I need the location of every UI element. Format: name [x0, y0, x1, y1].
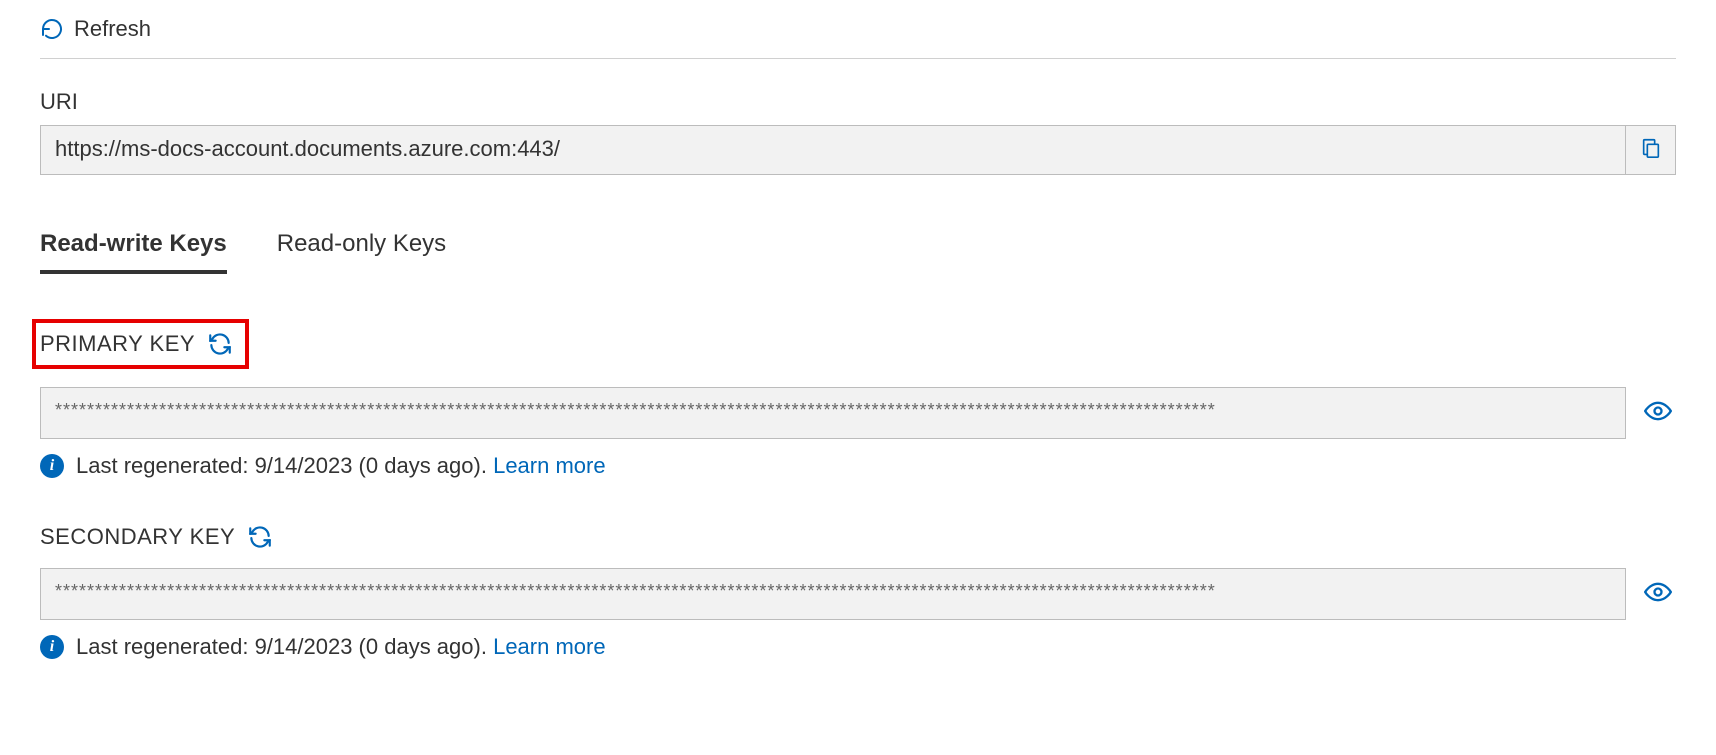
tab-read-write[interactable]: Read-write Keys [40, 230, 227, 274]
primary-key-input[interactable]: ****************************************… [40, 387, 1626, 439]
uri-input-row: https://ms-docs-account.documents.azure.… [40, 125, 1676, 175]
primary-learn-more-link[interactable]: Learn more [493, 453, 606, 478]
uri-label: URI [40, 89, 1676, 115]
refresh-button-label[interactable]: Refresh [74, 16, 151, 42]
tab-read-only[interactable]: Read-only Keys [277, 230, 446, 274]
secondary-key-info: i Last regenerated: 9/14/2023 (0 days ag… [40, 634, 1676, 660]
show-primary-key-button[interactable] [1640, 397, 1676, 430]
secondary-key-header: SECONDARY KEY [40, 524, 1676, 550]
regenerate-secondary-icon[interactable] [247, 524, 273, 550]
secondary-key-title: SECONDARY KEY [40, 524, 235, 550]
toolbar: Refresh [40, 0, 1676, 59]
primary-key-header: PRIMARY KEY [32, 319, 249, 369]
eye-icon [1644, 397, 1672, 430]
info-icon: i [40, 635, 64, 659]
keys-tabs: Read-write Keys Read-only Keys [40, 230, 1676, 274]
primary-key-info-text: Last regenerated: 9/14/2023 (0 days ago)… [76, 453, 493, 478]
eye-icon [1644, 578, 1672, 611]
primary-key-title: PRIMARY KEY [40, 331, 195, 357]
uri-input[interactable]: https://ms-docs-account.documents.azure.… [40, 125, 1626, 175]
refresh-icon[interactable] [40, 17, 64, 41]
show-secondary-key-button[interactable] [1640, 578, 1676, 611]
copy-icon [1640, 137, 1662, 164]
copy-uri-button[interactable] [1626, 125, 1676, 175]
secondary-key-row: ****************************************… [40, 568, 1676, 620]
secondary-key-input[interactable]: ****************************************… [40, 568, 1626, 620]
uri-field-group: URI https://ms-docs-account.documents.az… [40, 89, 1676, 175]
secondary-learn-more-link[interactable]: Learn more [493, 634, 606, 659]
regenerate-primary-icon[interactable] [207, 331, 233, 357]
primary-key-info: i Last regenerated: 9/14/2023 (0 days ag… [40, 453, 1676, 479]
primary-key-section: PRIMARY KEY ****************************… [40, 319, 1676, 479]
secondary-key-section: SECONDARY KEY **************************… [40, 524, 1676, 660]
info-icon: i [40, 454, 64, 478]
primary-key-row: ****************************************… [40, 387, 1676, 439]
secondary-key-info-text: Last regenerated: 9/14/2023 (0 days ago)… [76, 634, 493, 659]
